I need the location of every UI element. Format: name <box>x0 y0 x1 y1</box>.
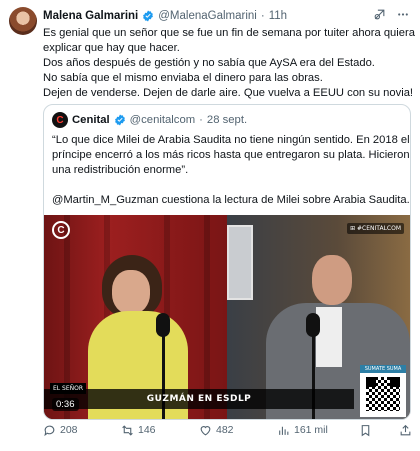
like-button[interactable]: 482 <box>199 424 234 437</box>
bookmark-icon <box>361 424 370 436</box>
quote-line: príncipe encerró a los más ricos hasta q… <box>52 149 410 161</box>
qr-code-icon <box>366 377 400 411</box>
views-count: 161 mil <box>294 424 328 436</box>
quote-date[interactable]: 28 sept. <box>207 114 247 126</box>
heart-icon <box>200 425 211 435</box>
show-tag: EL SEÑOR <box>50 383 87 394</box>
verified-badge-icon <box>114 114 125 126</box>
author-name[interactable]: Malena Galmarini <box>43 10 138 22</box>
tweet-line: Dejen de venderse. Dejen de darle aire. … <box>43 87 414 99</box>
video-player[interactable]: C ⊞ #CENITALCOM GUZMÁN EN ESDLP EL SEÑOR… <box>44 215 410 419</box>
tweet-time[interactable]: 11h <box>269 10 287 22</box>
qr-label: SUMATE SUMA <box>360 365 406 373</box>
tweet-line: No sabía que el mismo enviaba el dinero … <box>43 72 323 84</box>
tweet-header: Malena Galmarini @MalenaGalmarini · 11h <box>43 8 287 24</box>
retweet-count: 146 <box>138 424 156 436</box>
views-button[interactable]: 161 mil <box>277 424 328 437</box>
microphone-icon <box>156 313 170 337</box>
tweet-line: explicar que hay que hacer. <box>43 42 180 54</box>
bookmark-button[interactable] <box>359 424 372 437</box>
quote-header: C Cenital @cenitalcom · 28 sept. <box>52 112 247 128</box>
reply-icon <box>44 425 55 436</box>
author-handle[interactable]: @MalenaGalmarini <box>158 10 257 22</box>
like-count: 482 <box>216 424 234 436</box>
share-button[interactable] <box>399 424 412 437</box>
qr-code-panel: SUMATE SUMA <box>360 365 406 417</box>
retweet-icon <box>122 424 133 436</box>
views-icon <box>279 426 289 435</box>
quote-author-handle[interactable]: @cenitalcom <box>130 114 195 126</box>
top-actions <box>373 8 410 21</box>
person-face <box>112 270 150 314</box>
hashtag-badge: ⊞ #CENITALCOM <box>347 223 404 234</box>
more-options-icon[interactable] <box>396 8 410 21</box>
separator-dot: · <box>260 10 265 22</box>
wall-picture <box>227 225 253 300</box>
reply-button[interactable]: 208 <box>43 424 78 437</box>
quote-text: “Lo que dice Milei de Arabia Saudita no … <box>52 133 411 208</box>
quote-line: una redistribución enorme”. <box>52 164 189 176</box>
tweet-line: Es genial que un señor que se fue un fin… <box>43 27 415 39</box>
retweet-button[interactable]: 146 <box>121 424 156 437</box>
video-duration: 0:36 <box>52 398 79 411</box>
tweet: Malena Galmarini @MalenaGalmarini · 11h … <box>0 0 420 451</box>
quote-line-mention: @Martin_M_Guzman cuestiona la lectura de… <box>52 194 411 206</box>
verified-badge-icon <box>143 10 154 22</box>
grok-icon[interactable] <box>373 8 386 21</box>
person-face <box>312 255 352 305</box>
share-icon <box>400 424 411 435</box>
banner-title: GUZMÁN EN ESDLP <box>146 394 252 404</box>
person-shirt <box>316 307 342 367</box>
reply-count: 208 <box>60 424 78 436</box>
tweet-line: Dos años después de gestión y no sabía q… <box>43 57 375 69</box>
quoted-tweet[interactable]: C Cenital @cenitalcom · 28 sept. “Lo que… <box>43 104 411 420</box>
separator-dot: · <box>199 114 203 126</box>
quote-avatar[interactable]: C <box>52 112 68 128</box>
channel-logo: C <box>52 221 70 239</box>
avatar[interactable] <box>9 7 37 35</box>
quote-author-name[interactable]: Cenital <box>72 114 110 126</box>
quote-line: “Lo que dice Milei de Arabia Saudita no … <box>52 134 410 146</box>
tweet-text: Es genial que un señor que se fue un fin… <box>43 26 415 101</box>
video-banner: GUZMÁN EN ESDLP <box>44 389 354 409</box>
microphone-icon <box>306 313 320 337</box>
